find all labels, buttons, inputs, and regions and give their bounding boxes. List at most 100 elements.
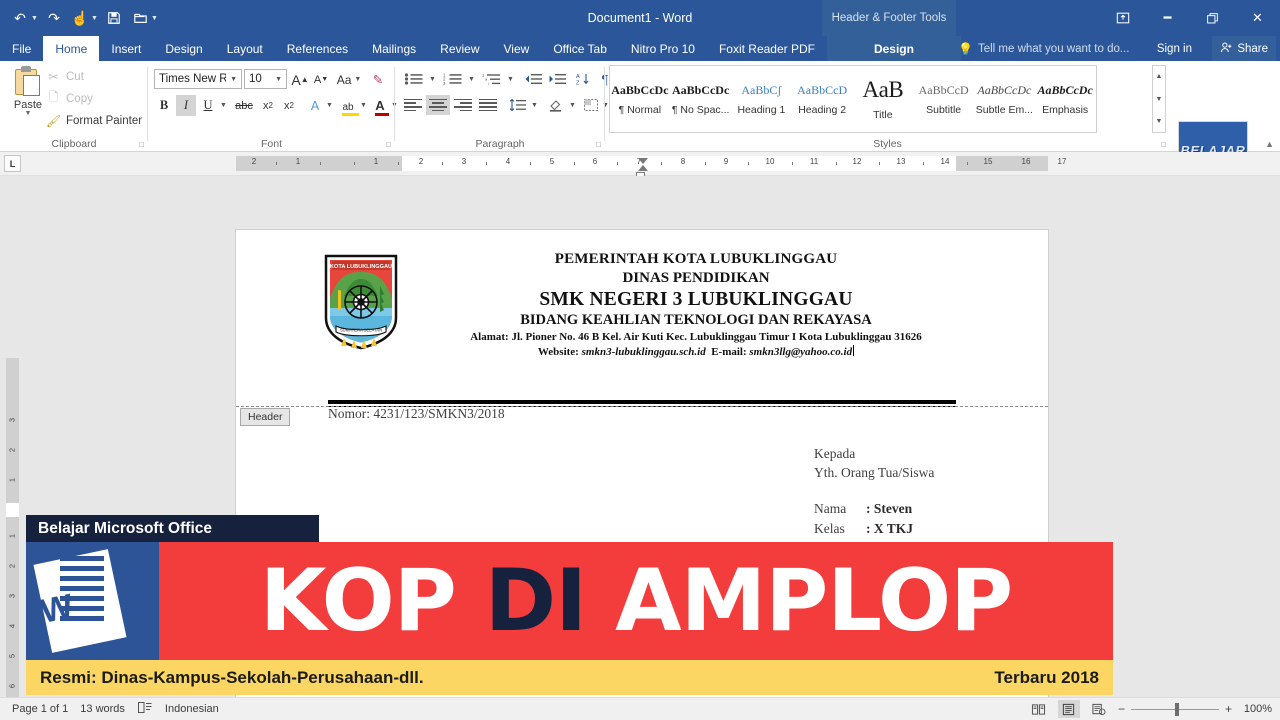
paragraph-dialog-launcher-icon[interactable]: □ [596,140,601,149]
shrink-font-button[interactable]: A ▼ [311,69,331,90]
hanging-indent-marker[interactable] [638,165,648,171]
tab-view[interactable]: View [492,36,542,61]
tab-layout[interactable]: Layout [215,36,275,61]
italic-button[interactable]: I [176,95,196,116]
superscript-button[interactable]: x2 [279,95,299,116]
tab-office-tab[interactable]: Office Tab [541,36,619,61]
tab-header-footer-design[interactable]: Design [826,36,961,61]
zoom-track[interactable] [1130,702,1219,716]
underline-dropdown-icon[interactable]: ▼ [218,95,229,116]
numbering-dropdown-icon[interactable]: ▼ [466,69,477,89]
justify-icon[interactable] [476,95,500,115]
grow-font-button[interactable]: A ▲ [290,69,310,90]
tab-mailings[interactable]: Mailings [360,36,428,61]
multilevel-list-dropdown-icon[interactable]: ▼ [505,69,516,89]
tab-stop-selector[interactable]: L [4,155,21,172]
styles-gallery-scroll[interactable]: ▲ ▼ ▼ [1152,65,1166,133]
bullets-icon[interactable] [401,69,427,89]
text-effects-icon[interactable]: A [306,95,324,116]
sort-icon[interactable]: AZ [573,69,595,89]
strikethrough-button[interactable]: abc [232,95,256,116]
tab-home[interactable]: Home [43,36,100,61]
style-no-spacing[interactable]: AaBbCcDc ¶ No Spac... [671,66,732,132]
tab-references[interactable]: References [275,36,360,61]
increase-indent-icon[interactable] [546,69,570,89]
zoom-slider[interactable]: − + [1118,702,1232,716]
word-count[interactable]: 13 words [80,703,125,715]
read-mode-button[interactable] [1028,700,1050,718]
shading-icon[interactable] [545,95,567,115]
tab-insert[interactable]: Insert [99,36,153,61]
shading-dropdown-icon[interactable]: ▼ [567,95,578,115]
align-right-icon[interactable] [451,95,475,115]
paste-button[interactable]: Paste ▼ [6,66,50,132]
horizontal-ruler[interactable]: 21 12 34 56 78 9 10 11 12 13 14 15 16 17 [236,156,1066,177]
cut-button[interactable]: ✂ Cut [46,69,83,84]
borders-icon[interactable] [581,95,601,115]
numbering-icon[interactable]: 123 [440,69,466,89]
clear-formatting-icon[interactable]: ✎ [368,69,388,90]
tab-foxit-reader-pdf[interactable]: Foxit Reader PDF [707,36,827,61]
copy-button[interactable]: 🗋 Copy [46,90,93,106]
vertical-ruler[interactable]: 32 1 12 34 56 7 [6,358,19,697]
style-preview: AaBbCcDc [1037,82,1093,97]
line-spacing-dropdown-icon[interactable]: ▼ [529,95,540,115]
font-family-dropdown-icon[interactable]: ▼ [226,76,241,83]
collapse-ribbon-icon[interactable]: ▲ [1265,139,1274,149]
font-size-combobox[interactable]: 10 ▼ [244,69,287,89]
font-color-icon[interactable]: A [371,95,390,116]
line-spacing-icon[interactable] [507,95,529,115]
proofing-icon[interactable] [137,701,153,717]
styles-more-icon[interactable]: ▼ [1153,111,1165,132]
style-emphasis[interactable]: AaBbCcDc Emphasis [1035,66,1096,132]
text-highlight-dropdown-icon[interactable]: ▼ [358,95,369,116]
paste-dropdown-icon[interactable]: ▼ [25,110,32,117]
restore-icon[interactable] [1190,0,1235,36]
change-case-button[interactable]: Aa ▼ [337,69,362,90]
zoom-out-button[interactable]: − [1118,702,1125,716]
style-subtle-emphasis[interactable]: AaBbCcDc Subtle Em... [975,66,1036,132]
close-icon[interactable]: ✕ [1235,0,1280,36]
style-heading-2[interactable]: AaBbCcD Heading 2 [792,66,853,132]
zoom-in-button[interactable]: + [1225,702,1232,716]
first-line-indent-marker[interactable] [638,158,648,164]
font-dialog-launcher-icon[interactable]: □ [386,140,391,149]
style-subtitle[interactable]: AaBbCcD Subtitle [914,66,975,132]
font-family-combobox[interactable]: Times New Ro ▼ [154,69,242,89]
align-left-icon[interactable] [401,95,425,115]
style-normal[interactable]: AaBbCcDc ¶ Normal [610,66,671,132]
zoom-level[interactable]: 100% [1240,703,1272,715]
styles-scroll-up-icon[interactable]: ▲ [1153,66,1165,87]
tell-me-search[interactable]: 💡 Tell me what you want to do... [958,36,1129,61]
format-painter-button[interactable]: 🖌 Format Painter [46,113,142,128]
tab-nitro-pro-10[interactable]: Nitro Pro 10 [619,36,707,61]
multilevel-list-icon[interactable]: 1ai [479,69,505,89]
font-size-dropdown-icon[interactable]: ▼ [271,76,286,83]
website-label: Website: [537,346,579,358]
ribbon-display-options-icon[interactable] [1100,0,1145,36]
tab-file[interactable]: File [0,36,43,61]
zoom-handle[interactable] [1174,702,1179,716]
bold-button[interactable]: B [154,95,174,116]
print-layout-button[interactable] [1057,700,1080,718]
decrease-indent-icon[interactable] [522,69,546,89]
sign-in-button[interactable]: Sign in [1157,36,1192,61]
tab-review[interactable]: Review [428,36,491,61]
text-effects-dropdown-icon[interactable]: ▼ [324,95,335,116]
minimize-icon[interactable]: ━ [1145,0,1190,36]
styles-dialog-launcher-icon[interactable]: □ [1161,140,1166,149]
page-indicator[interactable]: Page 1 of 1 [12,703,68,715]
style-title[interactable]: AaB Title [853,66,914,132]
align-center-icon[interactable] [426,95,450,115]
share-button[interactable]: Share [1212,36,1276,61]
styles-scroll-down-icon[interactable]: ▼ [1153,89,1165,110]
clipboard-dialog-launcher-icon[interactable]: □ [139,140,144,149]
web-layout-button[interactable] [1088,700,1110,718]
language-indicator[interactable]: Indonesian [165,703,219,715]
text-highlight-icon[interactable]: ab [338,95,360,116]
tab-design[interactable]: Design [153,36,214,61]
style-heading-1[interactable]: AaBbCʃ Heading 1 [732,66,793,132]
underline-button[interactable]: U [198,95,218,116]
bullets-dropdown-icon[interactable]: ▼ [427,69,438,89]
subscript-button[interactable]: x2 [258,95,278,116]
